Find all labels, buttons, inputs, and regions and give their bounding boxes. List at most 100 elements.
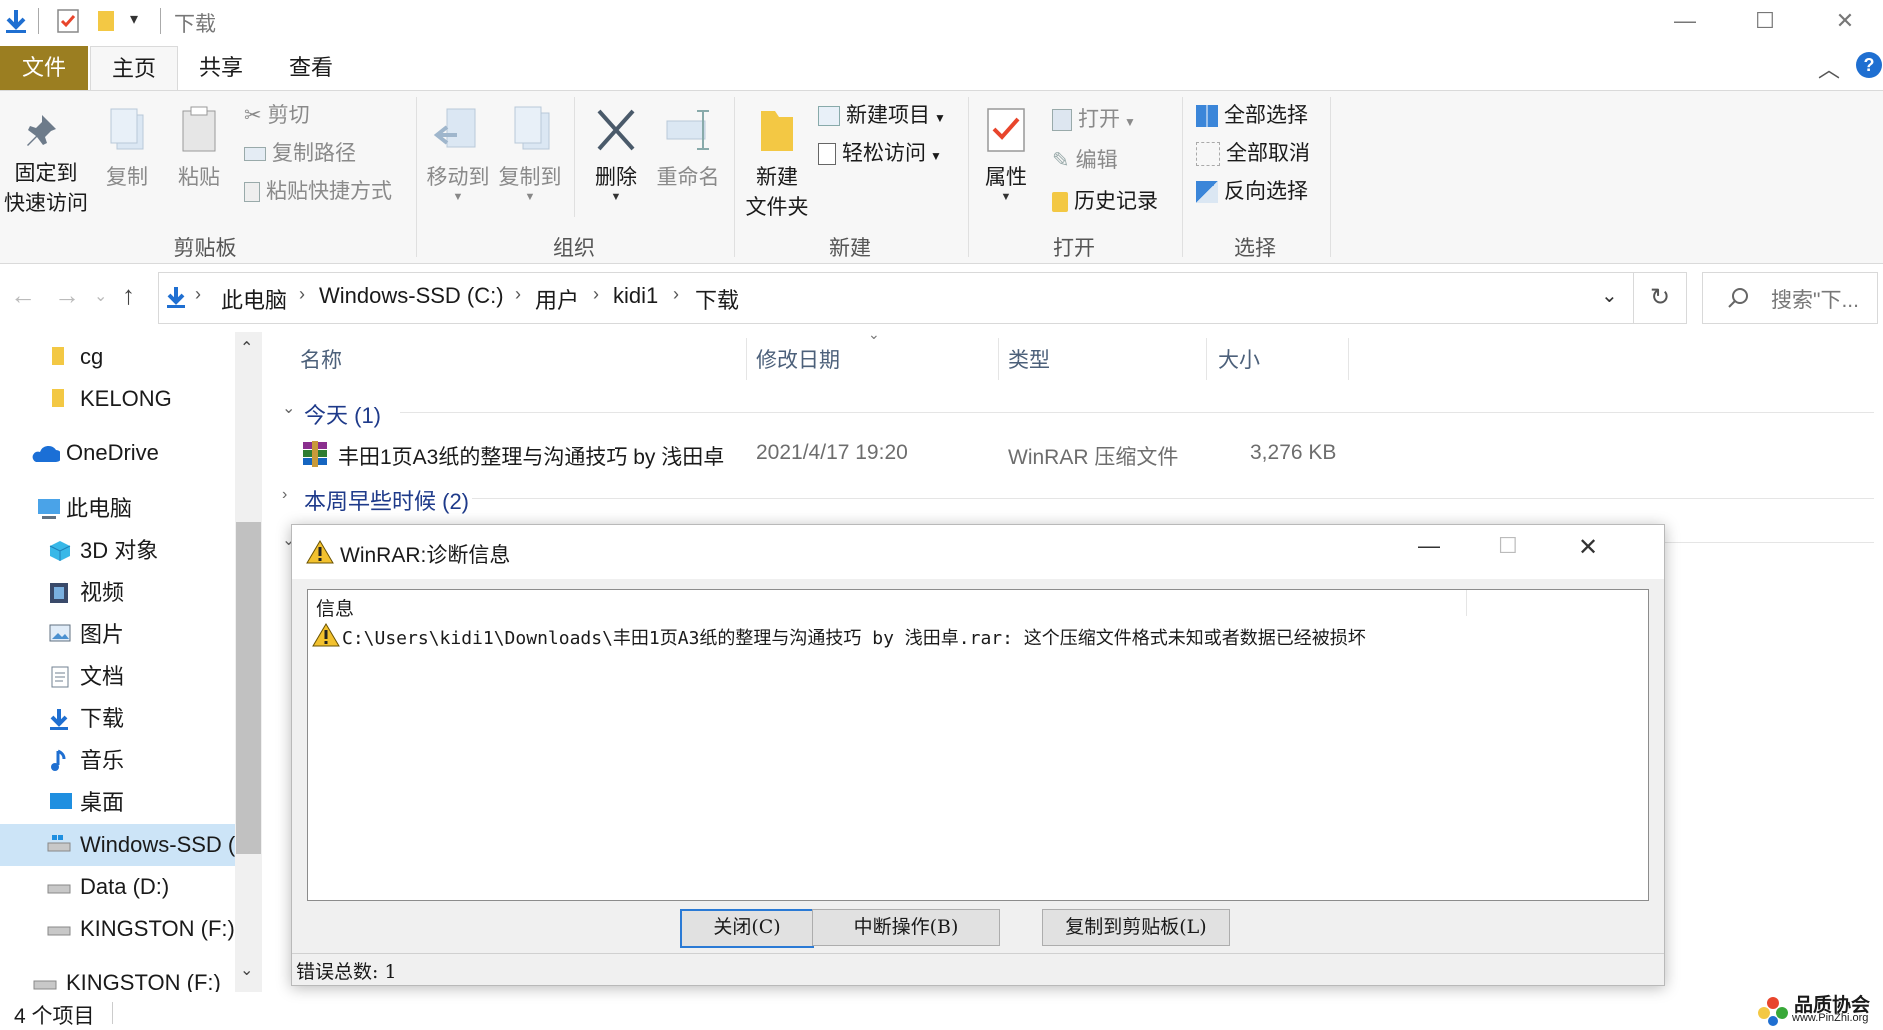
nav-item-kelong[interactable]: KELONG	[0, 378, 235, 420]
nav-item-data-drive[interactable]: Data (D:)	[0, 866, 235, 908]
paste-shortcut-button[interactable]: 粘贴快捷方式	[244, 175, 392, 209]
crumb-downloads[interactable]: 下载	[695, 283, 739, 315]
history-button[interactable]: 历史记录	[1052, 185, 1158, 219]
crumb-users[interactable]: 用户	[535, 283, 579, 315]
new-folder-icon	[761, 111, 793, 151]
properties-check-icon[interactable]	[56, 8, 80, 34]
break-operation-button[interactable]: 中断操作(B)	[812, 909, 1000, 946]
pin-label-line2: 快速访问	[4, 192, 88, 215]
address-bar[interactable]: › 此电脑 › Windows-SSD (C:) › 用户 › kidi1 › …	[158, 272, 1634, 324]
nav-item-music[interactable]: 音乐	[0, 740, 235, 782]
nav-item-this-pc[interactable]: 此电脑	[0, 488, 235, 530]
nav-item-windows-ssd[interactable]: Windows-SSD (C:)	[0, 824, 262, 866]
rename-button[interactable]: 重命名	[650, 105, 726, 191]
move-to-label: 移动到	[426, 166, 490, 189]
nav-item-videos[interactable]: 视频	[0, 572, 235, 614]
diagnostic-list[interactable]: 信息 C:\Users\kidi1\Downloads\丰田1页A3纸的整理与沟…	[307, 589, 1649, 901]
group-header-this-week[interactable]: 本周早些时候 (2)	[304, 484, 469, 516]
new-folder-button[interactable]: 新建 文件夹	[740, 105, 814, 221]
nav-item-desktop[interactable]: 桌面	[0, 782, 235, 824]
nav-pane-scrollbar[interactable]: ⌃ ⌄	[235, 332, 262, 992]
new-group-label: 新建	[829, 237, 871, 260]
close-dialog-button[interactable]: 关闭(C)	[680, 909, 814, 948]
easy-access-dropdown-icon: ▼	[930, 149, 942, 163]
select-all-button[interactable]: 全部选择	[1196, 99, 1308, 133]
copy-to-button[interactable]: 复制到 ▼	[496, 105, 564, 203]
move-to-button[interactable]: 移动到 ▼	[424, 105, 492, 203]
customize-quick-access-icon[interactable]: ▾	[130, 9, 138, 29]
new-item-button[interactable]: 新建项目 ▼	[818, 99, 946, 133]
group-collapse-icon[interactable]: ⌄	[282, 398, 295, 418]
column-header-size[interactable]: 大小	[1218, 344, 1260, 374]
column-header-type[interactable]: 类型	[1008, 344, 1050, 374]
document-icon	[51, 666, 69, 688]
close-button[interactable]: ✕	[1810, 0, 1880, 42]
paste-button[interactable]: 粘贴	[168, 105, 230, 191]
crumb-this-pc[interactable]: 此电脑	[221, 283, 287, 315]
edit-button[interactable]: ✎ 编辑	[1052, 144, 1118, 178]
new-item-icon	[818, 106, 840, 127]
dialog-minimize-button[interactable]: —	[1418, 533, 1440, 559]
up-arrow-icon[interactable]: ↑	[122, 280, 135, 311]
group-expand-icon[interactable]: ›	[282, 486, 287, 504]
copy-icon	[110, 108, 144, 150]
copy-to-clipboard-button[interactable]: 复制到剪贴板(L)	[1042, 909, 1230, 946]
forward-arrow-icon[interactable]: →	[54, 280, 80, 311]
copy-path-button[interactable]: 复制路径	[244, 137, 356, 171]
open-button[interactable]: 打开 ▼	[1052, 103, 1136, 137]
column-header-name[interactable]: 名称	[300, 344, 342, 374]
scrollbar-thumb[interactable]	[236, 522, 261, 854]
file-row[interactable]: 丰田1页A3纸的整理与沟通技巧 by 浅田卓 2021/4/17 19:20 W…	[300, 436, 1348, 474]
easy-access-button[interactable]: 轻松访问 ▼	[818, 137, 942, 171]
crumb-user[interactable]: kidi1	[613, 283, 658, 309]
scroll-down-icon[interactable]: ⌄	[240, 960, 253, 980]
dialog-close-button[interactable]: ✕	[1578, 533, 1598, 562]
column-divider[interactable]	[1348, 338, 1349, 380]
download-arrow-icon[interactable]	[4, 8, 28, 34]
maximize-button[interactable]: ☐	[1730, 0, 1800, 42]
cut-button[interactable]: ✂ 剪切	[244, 99, 310, 133]
recent-locations-icon[interactable]: ⌄	[94, 286, 107, 306]
column-divider[interactable]	[1206, 338, 1207, 380]
column-divider[interactable]	[746, 338, 747, 380]
column-header-date[interactable]: 修改日期	[756, 344, 840, 374]
dialog-title-bar[interactable]: WinRAR:诊断信息 — ☐ ✕	[292, 525, 1664, 579]
winrar-diagnostic-dialog: WinRAR:诊断信息 — ☐ ✕ 信息 C:\Users\kidi1\Down…	[291, 524, 1665, 986]
nav-item-onedrive[interactable]: OneDrive	[0, 432, 235, 474]
collapse-ribbon-icon[interactable]: ︿	[1818, 52, 1840, 84]
delete-button[interactable]: 删除 ▼	[584, 105, 648, 203]
nav-item-downloads[interactable]: 下载	[0, 698, 235, 740]
column-divider[interactable]	[998, 338, 999, 380]
group-header-today[interactable]: 今天 (1)	[304, 398, 381, 430]
refresh-icon[interactable]: ↻	[1634, 272, 1687, 324]
nav-item-kingston-root[interactable]: KINGSTON (F:)	[0, 962, 235, 992]
file-name: 丰田1页A3纸的整理与沟通技巧 by 浅田卓	[338, 446, 725, 469]
download-icon	[50, 709, 68, 730]
search-box[interactable]: 搜索"下...	[1702, 272, 1878, 324]
select-none-button[interactable]: 全部取消	[1196, 137, 1310, 171]
properties-button[interactable]: 属性 ▼	[976, 105, 1036, 203]
back-arrow-icon[interactable]: ←	[10, 280, 36, 311]
nav-item-documents[interactable]: 文档	[0, 656, 235, 698]
minimize-button[interactable]: —	[1650, 0, 1720, 42]
crumb-drive[interactable]: Windows-SSD (C:)	[319, 283, 504, 309]
pin-quick-access-button[interactable]: 固定到 快速访问	[2, 109, 90, 217]
tab-home[interactable]: 主页	[90, 46, 178, 91]
clipboard-group-label: 剪贴板	[173, 237, 237, 260]
address-history-dropdown-icon[interactable]: ⌄	[1601, 283, 1618, 308]
tab-view[interactable]: 查看	[276, 46, 346, 90]
tab-file[interactable]: 文件	[0, 46, 88, 90]
nav-item-pictures[interactable]: 图片	[0, 614, 235, 656]
copy-button[interactable]: 复制	[96, 105, 158, 191]
dialog-maximize-button[interactable]: ☐	[1498, 533, 1518, 559]
nav-item-label: 音乐	[80, 748, 125, 773]
nav-item-cg[interactable]: cg	[0, 336, 235, 378]
scroll-up-icon[interactable]: ⌃	[240, 338, 253, 358]
invert-selection-button[interactable]: 反向选择	[1196, 175, 1308, 209]
help-icon[interactable]: ?	[1856, 52, 1882, 78]
nav-item-kingston[interactable]: KINGSTON (F:)	[0, 908, 235, 950]
nav-item-label: 桌面	[80, 790, 125, 815]
nav-item-3d-objects[interactable]: 3D 对象	[0, 530, 235, 572]
new-folder-icon[interactable]	[96, 9, 116, 33]
tab-share[interactable]: 共享	[186, 46, 256, 90]
